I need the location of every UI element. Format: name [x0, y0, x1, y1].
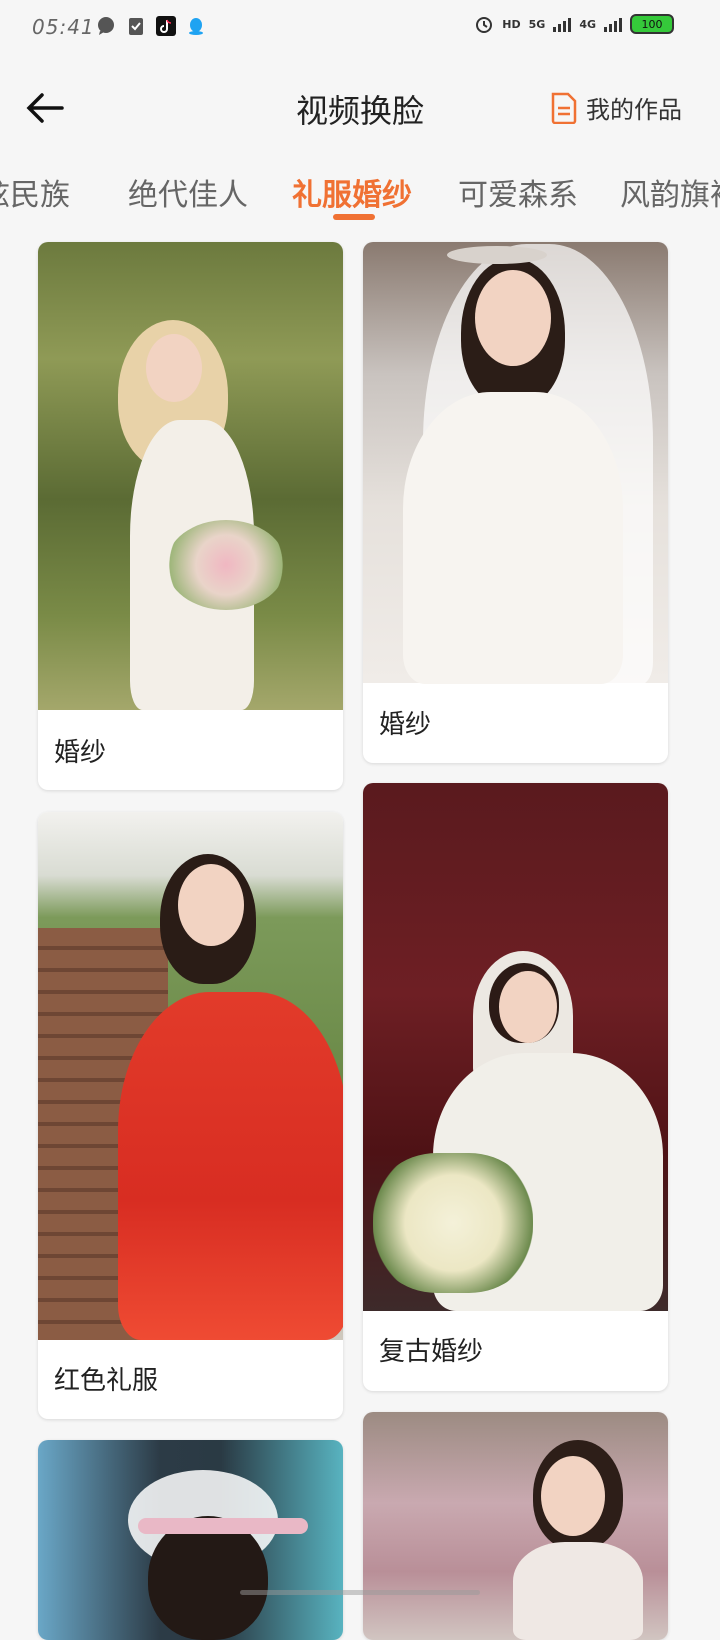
alarm-icon [476, 17, 493, 33]
signal-5g-icon [553, 16, 572, 32]
signal-4g-icon [604, 16, 622, 32]
template-title: 婚纱 [54, 738, 107, 768]
my-works-button[interactable]: 我的作品 [550, 90, 682, 125]
template-image [38, 812, 343, 1340]
category-tabs: 炫民族 绝代佳人 礼服婚纱 可爱森系 风韵旗袍 [0, 170, 720, 230]
template-card[interactable]: 复古婚纱 [363, 783, 668, 1391]
template-title: 婚纱 [379, 710, 432, 740]
my-works-label: 我的作品 [586, 96, 682, 124]
tab-beauty[interactable]: 绝代佳人 [128, 170, 248, 214]
tiktok-icon [156, 16, 176, 36]
gesture-bar [240, 1590, 480, 1595]
qq-icon [189, 18, 203, 35]
template-title: 红色礼服 [54, 1366, 159, 1396]
template-image [38, 242, 343, 710]
notification-icons [96, 16, 206, 36]
tab-gown-wedding[interactable]: 礼服婚纱 [292, 170, 412, 214]
status-time: 05:41 [32, 15, 95, 39]
template-image [363, 1412, 668, 1640]
document-icon [551, 92, 577, 124]
template-card[interactable] [38, 1440, 343, 1640]
active-tab-indicator [333, 214, 375, 220]
template-image [363, 242, 668, 684]
template-card[interactable] [363, 1412, 668, 1640]
status-bar: 05:41 HD 5G 4G 100 [0, 0, 720, 56]
template-card[interactable]: 红色礼服 [38, 812, 343, 1419]
hd-indicator: HD [502, 17, 521, 31]
template-image [363, 783, 668, 1311]
message-icon [98, 17, 114, 35]
template-card[interactable]: 婚纱 [363, 242, 668, 763]
template-title: 复古婚纱 [379, 1337, 484, 1367]
network-4g: 4G [579, 17, 596, 31]
system-status-icons: HD 5G 4G 100 [474, 14, 674, 34]
battery-indicator: 100 [630, 14, 674, 34]
template-image [38, 1440, 343, 1640]
tab-forest-cute[interactable]: 可爱森系 [458, 170, 578, 214]
template-card[interactable]: 婚纱 [38, 242, 343, 790]
app-header: 视频换脸 我的作品 [0, 60, 720, 156]
network-5g: 5G [528, 17, 546, 31]
task-check-icon [129, 18, 143, 35]
tab-qipao[interactable]: 风韵旗袍 [620, 170, 720, 214]
tab-ethnic[interactable]: 炫民族 [0, 170, 70, 214]
